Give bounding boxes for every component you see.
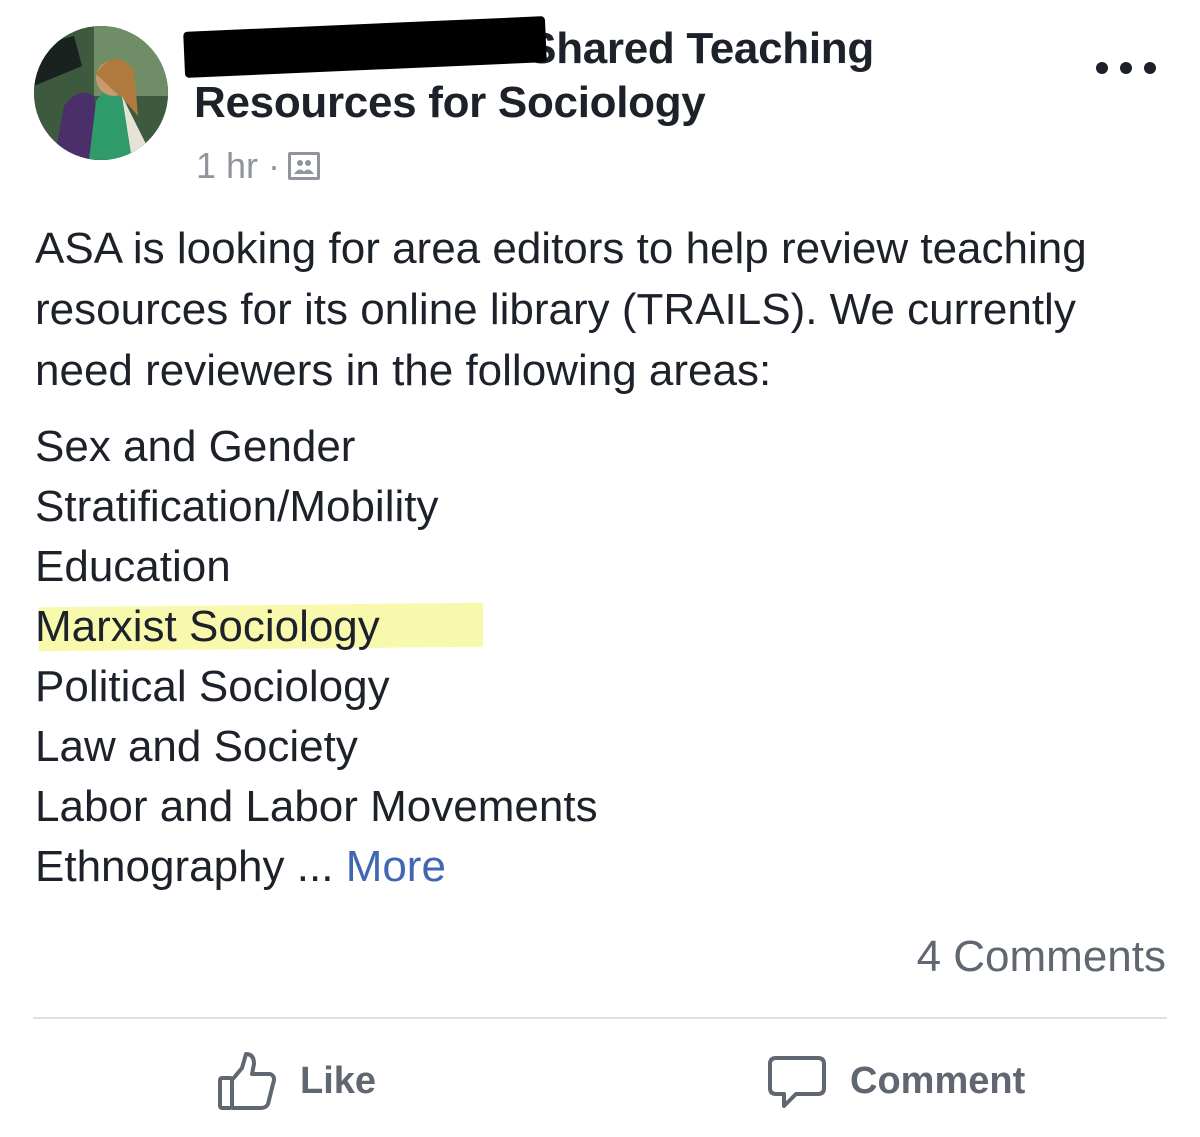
comment-button[interactable]: Comment	[766, 1046, 1025, 1116]
facebook-post: D s Shared Teaching Resources for Sociol…	[0, 0, 1200, 1137]
post-header: D s Shared Teaching Resources for Sociol…	[183, 16, 1074, 130]
list-item-text: Education	[35, 542, 231, 591]
area-list: Sex and Gender Stratification/Mobility E…	[35, 417, 598, 897]
dot	[1120, 62, 1132, 74]
list-item-highlighted: Marxist Sociology	[35, 597, 598, 657]
list-item: Ethnography ... More	[35, 837, 598, 897]
speech-bubble-icon	[768, 1056, 826, 1108]
avatar-photo	[34, 26, 168, 160]
dot	[1096, 62, 1108, 74]
list-item-text: Sex and Gender	[35, 422, 356, 471]
list-item: Stratification/Mobility	[35, 477, 598, 537]
truncation-ellipsis: ...	[296, 842, 334, 891]
divider	[33, 1017, 1167, 1019]
post-text: ASA is looking for area editors to help …	[35, 224, 1087, 395]
group-icon-glyph	[294, 160, 315, 174]
dot	[1144, 62, 1156, 74]
like-button[interactable]: Like	[216, 1046, 376, 1116]
thumbs-up-icon	[218, 1052, 276, 1110]
timestamp[interactable]: 1 hr	[196, 146, 258, 186]
see-more-link[interactable]: More	[346, 842, 446, 891]
avatar[interactable]	[34, 26, 168, 160]
comments-count-link[interactable]: 4 Comments	[917, 930, 1166, 984]
list-item: Sex and Gender	[35, 417, 598, 477]
like-label: Like	[300, 1059, 377, 1102]
list-item: Labor and Labor Movements	[35, 777, 598, 837]
list-item: Law and Society	[35, 717, 598, 777]
list-item: Education	[35, 537, 598, 597]
list-item-text: Political Sociology	[35, 662, 390, 711]
list-item-text: Marxist Sociology	[35, 602, 380, 651]
post-meta: 1 hr ·	[196, 145, 321, 186]
poster-name[interactable]: D s	[183, 16, 547, 78]
comment-label: Comment	[850, 1059, 1026, 1102]
meta-separator: ·	[268, 145, 281, 186]
list-item-text: Ethnography	[35, 842, 285, 891]
list-item: Political Sociology	[35, 657, 598, 717]
group-icon[interactable]	[288, 152, 321, 180]
list-item-text: Stratification/Mobility	[35, 482, 439, 531]
list-item-text: Law and Society	[35, 722, 358, 771]
more-options-icon[interactable]	[1096, 58, 1156, 78]
list-item-text: Labor and Labor Movements	[35, 782, 598, 831]
